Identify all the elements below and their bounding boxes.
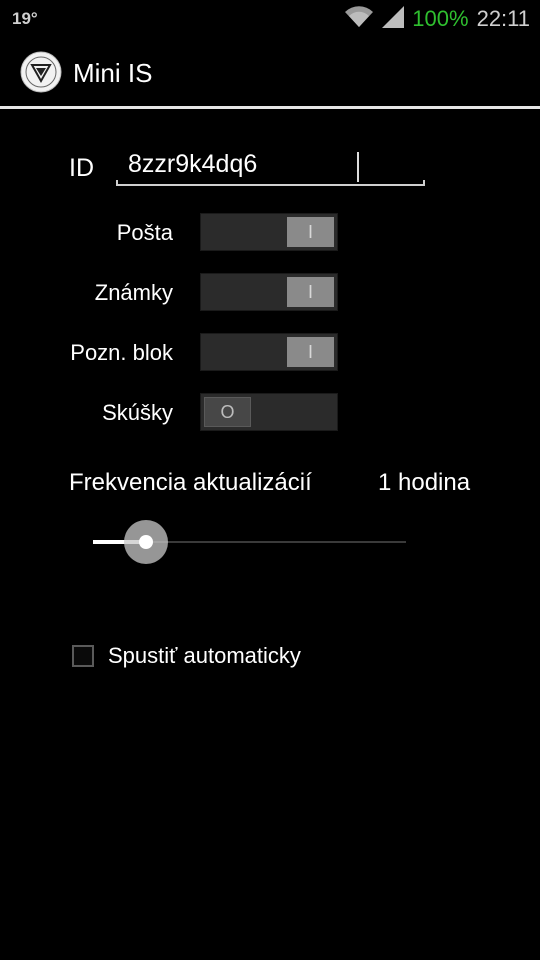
- id-input-underline: [116, 180, 425, 186]
- status-right-group: 100% 22:11: [344, 4, 530, 34]
- autostart-checkbox[interactable]: [72, 645, 94, 667]
- pozn-blok-toggle[interactable]: I: [200, 333, 338, 371]
- status-temperature: 19°: [12, 9, 38, 28]
- app-title: Mini IS: [73, 58, 153, 88]
- frequency-value: 1 hodina: [378, 469, 471, 496]
- skusky-toggle[interactable]: O: [200, 393, 338, 431]
- id-input[interactable]: 8zzr9k4dq6: [116, 140, 425, 186]
- toggle-thumb: I: [287, 337, 334, 367]
- znamky-toggle[interactable]: I: [200, 273, 338, 311]
- slider-thumb[interactable]: [124, 520, 168, 564]
- status-time: 22:11: [476, 6, 530, 31]
- posta-toggle[interactable]: I: [200, 213, 338, 251]
- action-bar: Mini IS: [0, 38, 540, 106]
- frequency-label: Frekvencia aktualizácií: [69, 469, 312, 496]
- text-cursor: [357, 152, 359, 182]
- status-bar: 19° 100% 22:11: [0, 0, 540, 38]
- znamky-label: Známky: [94, 280, 173, 305]
- signal-icon: [382, 5, 405, 33]
- toggle-thumb: O: [204, 397, 251, 427]
- app-logo-icon[interactable]: [20, 51, 62, 93]
- slider-thumb-center: [139, 535, 153, 549]
- toggle-thumb: I: [287, 277, 334, 307]
- action-bar-divider: [0, 106, 540, 109]
- skusky-label: Skúšky: [102, 400, 173, 425]
- id-input-value: 8zzr9k4dq6: [128, 150, 258, 178]
- battery-percentage: 100%: [412, 6, 469, 31]
- posta-label: Pošta: [116, 220, 173, 245]
- wifi-icon: [344, 5, 374, 34]
- toggle-thumb: I: [287, 217, 334, 247]
- id-label: ID: [69, 154, 94, 182]
- frequency-slider[interactable]: [93, 520, 406, 564]
- pozn-blok-label: Pozn. blok: [70, 340, 173, 365]
- autostart-label[interactable]: Spustiť automaticky: [108, 643, 301, 669]
